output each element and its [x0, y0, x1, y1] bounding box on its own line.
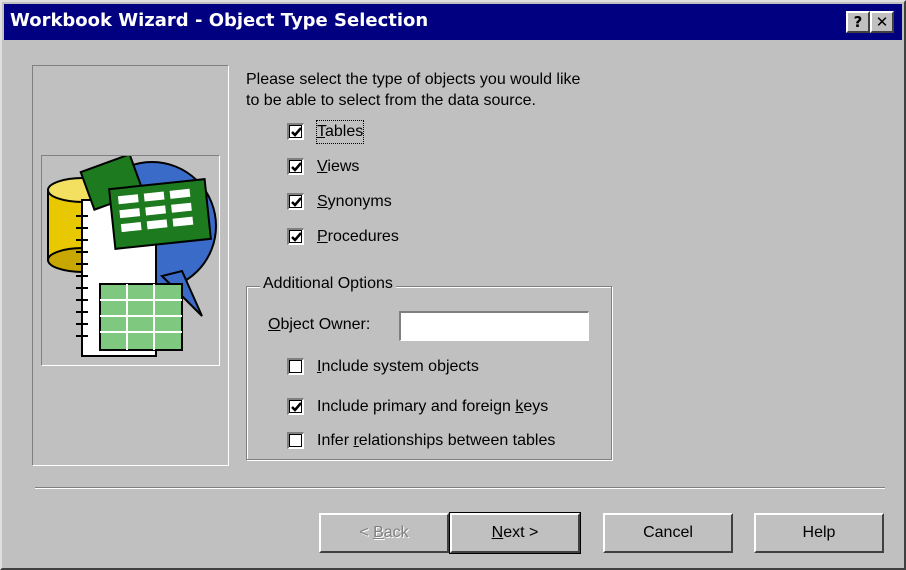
views-label: Views — [317, 158, 360, 175]
checkmark-icon — [291, 232, 302, 242]
checkbox-box[interactable] — [287, 158, 304, 175]
checkbox-box[interactable] — [287, 123, 304, 140]
separator-highlight — [35, 488, 885, 489]
synonyms-label: Synonyms — [317, 193, 392, 210]
checkmark-icon — [291, 162, 302, 172]
checkmark-icon — [291, 127, 302, 137]
wizard-dialog: Workbook Wizard - Object Type Selection … — [0, 0, 906, 570]
prompt-line-1: Please select the type of objects you wo… — [246, 71, 581, 88]
back-button[interactable]: < Back — [319, 513, 449, 553]
checkmark-icon — [291, 197, 302, 207]
illustration-frame — [41, 153, 220, 366]
prompt-line-2: to be able to select from the data sourc… — [246, 92, 536, 109]
checkbox-box[interactable] — [287, 398, 304, 415]
checkbox-box[interactable] — [287, 228, 304, 245]
next-button[interactable]: Next > — [449, 512, 581, 554]
database-worksheet-icon — [47, 153, 217, 357]
checkmark-icon — [291, 402, 302, 412]
additional-options-label: Additional Options — [260, 275, 396, 293]
include-system-objects-label: Include system objects — [317, 358, 479, 375]
help-question-icon[interactable]: ? — [846, 11, 870, 33]
checkbox-box[interactable] — [287, 358, 304, 375]
infer-relationships-label: Infer relationships between tables — [317, 432, 556, 449]
checkbox-box[interactable] — [287, 193, 304, 210]
close-icon[interactable]: ✕ — [870, 11, 894, 33]
tables-label: Tables — [315, 120, 365, 144]
window-title: Workbook Wizard - Object Type Selection — [10, 10, 429, 31]
include-keys-label: Include primary and foreign keys — [317, 398, 549, 415]
cancel-button[interactable]: Cancel — [603, 513, 733, 553]
object-owner-input[interactable] — [399, 311, 589, 341]
checkbox-box[interactable] — [287, 432, 304, 449]
object-owner-label: Object Owner: — [268, 316, 371, 333]
title-bar[interactable]: Workbook Wizard - Object Type Selection … — [4, 4, 902, 40]
procedures-label: Procedures — [317, 228, 399, 245]
help-button[interactable]: Help — [754, 513, 884, 553]
